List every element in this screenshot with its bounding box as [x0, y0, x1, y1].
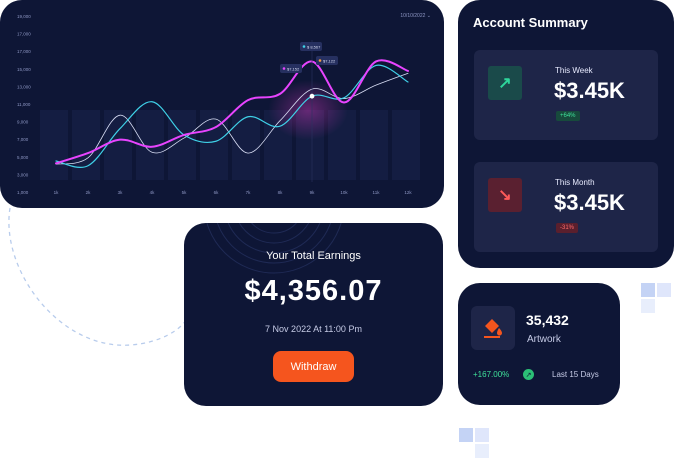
date-selector[interactable]: 10/10/2022 ⌄ — [400, 13, 431, 19]
artwork-growth: +167.00% — [473, 370, 510, 379]
hover-point[interactable] — [309, 93, 315, 99]
decor-square — [641, 283, 655, 297]
background-bar — [40, 110, 68, 180]
tooltip: $7,152 — [280, 64, 302, 73]
background-bar — [360, 110, 388, 180]
tooltip-label: $ 8,567 — [307, 44, 321, 49]
artwork-period: Last 15 Days — [552, 370, 599, 379]
arrow-down-right-icon: ↘ — [488, 178, 522, 212]
tooltip: $7,122 — [316, 56, 338, 65]
withdraw-button[interactable]: Withdraw — [273, 351, 354, 382]
earnings-date: 7 Nov 2022 At 11:00 Pm — [265, 324, 362, 334]
decor-square — [459, 428, 473, 442]
artwork-card: 35,432 Artwork +167.00% ↗ Last 15 Days — [458, 283, 620, 405]
x-tick-label: 4k — [150, 190, 156, 195]
x-tick-label: 3k — [118, 190, 124, 195]
x-tick-label: 10k — [340, 190, 348, 195]
y-tick-label: 13,000 — [17, 84, 31, 89]
tooltip-label: $7,122 — [323, 58, 336, 63]
y-tick-label: 9,000 — [17, 120, 29, 125]
total-earnings-card: Your Total Earnings $4,356.07 7 Nov 2022… — [184, 223, 443, 406]
background-bar — [168, 110, 196, 180]
x-tick-label: 6k — [214, 190, 220, 195]
paint-bucket-icon — [471, 306, 515, 350]
stat-value: $3.45K — [554, 190, 625, 215]
y-tick-label: 19,000 — [17, 14, 31, 19]
x-tick-label: 1k — [54, 190, 60, 195]
earnings-title: Your Total Earnings — [266, 250, 361, 262]
stat-value: $3.45K — [554, 78, 625, 103]
x-tick-label: 12k — [404, 190, 412, 195]
highlight-glow — [268, 80, 348, 140]
chevron-down-icon: ⌄ — [426, 13, 431, 19]
earnings-value: $4,356.07 — [244, 275, 383, 307]
y-tick-label: 15,000 — [17, 67, 31, 72]
chart-card: 19,000 17,000 17,000 15,000 13,000 11,000 9,00… — [0, 0, 444, 208]
background-bar — [232, 110, 260, 180]
line-chart: 19,000 17,000 17,000 15,000 13,000 11,000 9,00… — [17, 14, 420, 195]
account-summary-title: Account Summary — [473, 15, 588, 30]
stat-label: This Month — [555, 178, 595, 187]
background-bar — [72, 110, 100, 180]
x-tick-label: 11k — [373, 190, 381, 195]
date-selector-label: 10/10/2022 — [400, 13, 426, 19]
change-badge: +64% — [556, 111, 580, 121]
tooltip-label: $7,152 — [287, 66, 300, 71]
x-tick-label: 7k — [246, 190, 252, 195]
decor-square — [475, 444, 489, 458]
this-week-stat: ↗ This Week $3.45K +64% — [474, 50, 658, 140]
account-summary-card: Account Summary ↗ This Week $3.45K +64% … — [458, 0, 674, 268]
y-tick-label: 7,000 — [17, 137, 29, 142]
tooltip: $ 8,567 — [300, 42, 322, 51]
trend-up-icon: ↗ — [523, 369, 534, 380]
artwork-count: 35,432 — [526, 312, 569, 328]
decor-square — [657, 283, 671, 297]
y-tick-label: 5,000 — [17, 155, 29, 160]
y-tick-label: 1,000 — [17, 190, 29, 195]
x-tick-label: 5k — [182, 190, 188, 195]
y-tick-label: 11,000 — [17, 102, 31, 107]
stat-label: This Week — [555, 66, 593, 75]
x-tick-label: 2k — [86, 190, 92, 195]
change-badge: -31% — [556, 223, 579, 233]
artwork-label: Artwork — [527, 334, 561, 345]
x-tick-label: 9k — [310, 190, 316, 195]
y-tick-label: 17,000 — [17, 49, 31, 54]
y-tick-label: 17,000 — [17, 32, 31, 37]
arrow-up-right-icon: ↗ — [488, 66, 522, 100]
this-month-stat: ↘ This Month $3.45K -31% — [474, 162, 658, 252]
background-bar — [392, 110, 420, 180]
y-tick-label: 3,000 — [17, 172, 29, 177]
x-tick-label: 8k — [278, 190, 284, 195]
decor-square — [641, 299, 655, 313]
decor-square — [475, 428, 489, 442]
